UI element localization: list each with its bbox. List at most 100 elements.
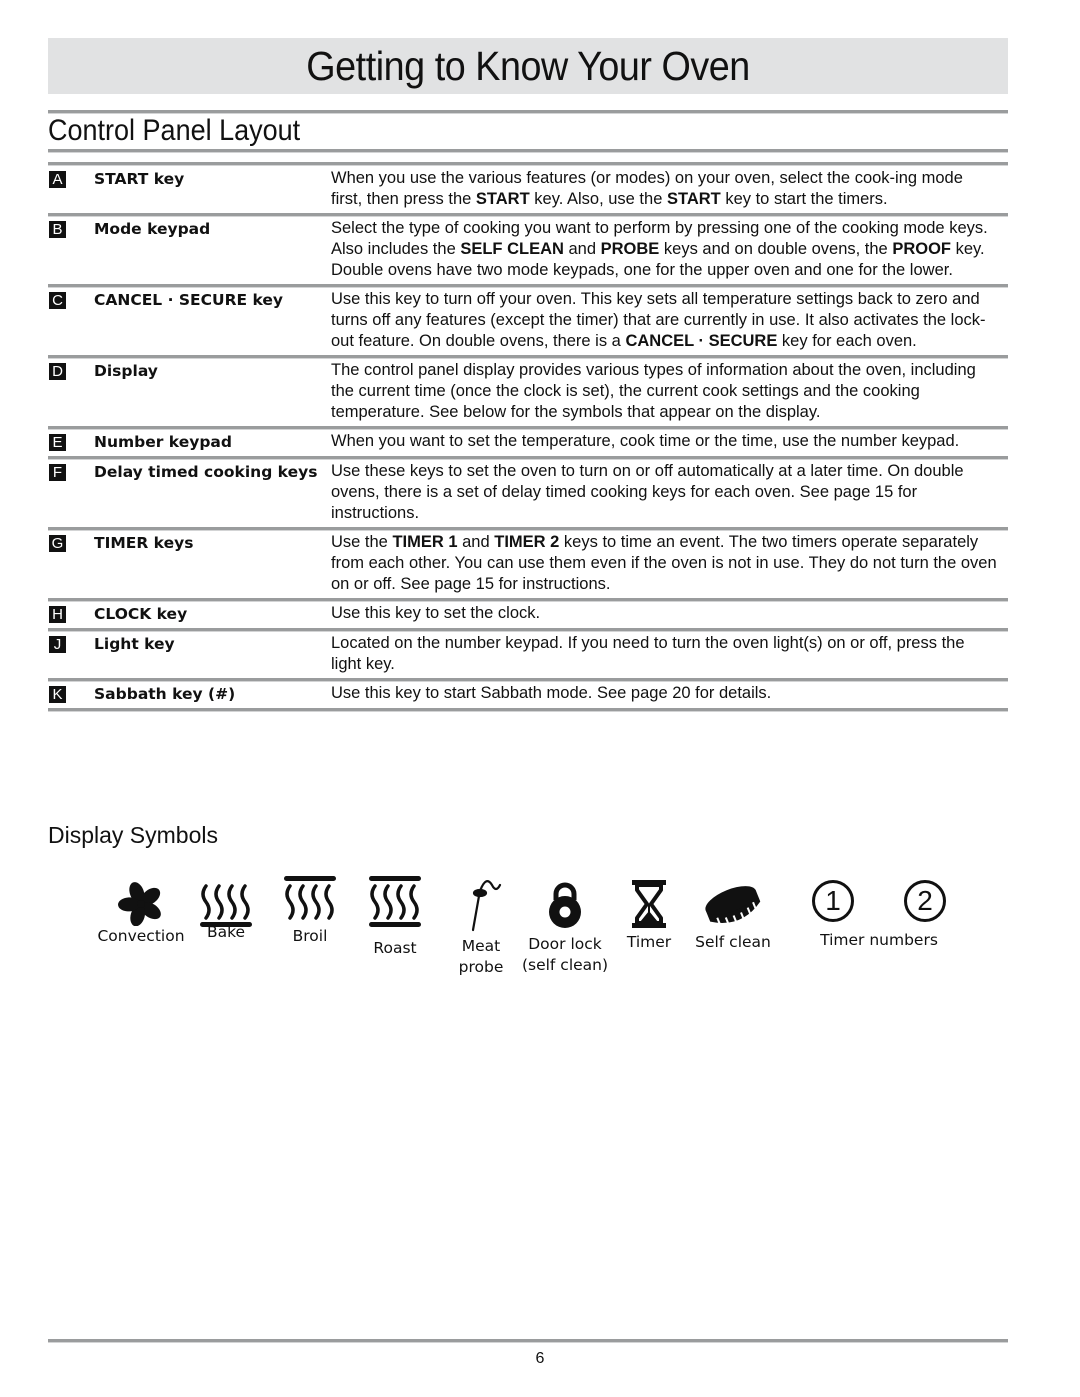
convection-fan-icon <box>118 882 161 926</box>
callout-letter-badge: G <box>49 535 66 552</box>
description-text: key for each oven. <box>777 332 917 350</box>
symbol-bake: Bake <box>196 882 256 943</box>
symbol-door-lock: Door lock (self clean) <box>520 878 610 976</box>
symbol-timer-numbers: 1 2 Timer numbers <box>808 880 950 951</box>
symbol-convection: Convection <box>92 880 190 947</box>
key-name: Light key <box>94 635 175 653</box>
symbol-label: Door lock (self clean) <box>521 935 609 974</box>
callout-letter-badge: K <box>49 686 66 703</box>
callout-letter-badge: A <box>49 171 66 188</box>
symbol-meat-probe: Meat probe <box>450 874 512 978</box>
description-text: Located on the number keypad. If you nee… <box>331 634 965 673</box>
callout-letter-cell: K <box>48 683 94 705</box>
key-name: START key <box>94 170 185 188</box>
symbol-label: Timer numbers <box>820 931 938 949</box>
table-row: K Sabbath key (#) Use this key to start Sa… <box>48 681 1008 712</box>
table-row: E Number keypad When you want to set the t… <box>48 429 1008 460</box>
symbol-timer: Timer <box>622 878 676 953</box>
key-description: Located on the number keypad. If you nee… <box>331 633 1008 675</box>
table-row: D Display The control panel display provid… <box>48 358 1008 430</box>
bold-key-term: TIMER 1 <box>392 533 458 551</box>
key-name: CANCEL · SECURE key <box>94 291 284 309</box>
callout-letter-cell: J <box>48 633 94 675</box>
symbol-label: Broil <box>292 927 328 945</box>
section-title: Control Panel Layout <box>48 114 301 147</box>
page-number: 6 <box>535 1350 545 1367</box>
callout-letter-badge: B <box>49 221 66 238</box>
table-row: J Light key Located on the number keypad. … <box>48 631 1008 682</box>
hourglass-timer-icon <box>632 880 666 928</box>
symbol-label: Self clean <box>695 933 771 951</box>
callout-letter-badge: J <box>49 636 66 653</box>
bold-key-term: CANCEL · SECURE <box>625 332 778 350</box>
callout-letter-cell: D <box>48 360 94 423</box>
description-text: When you want to set the temperature, co… <box>331 432 960 450</box>
control-panel-table: A START key When you use the various featu… <box>48 166 1008 712</box>
key-description: Use the TIMER 1 and TIMER 2 keys to time… <box>331 532 1008 595</box>
table-row: A START key When you use the various featu… <box>48 166 1008 217</box>
description-text: The control panel display provides vario… <box>331 361 976 421</box>
key-description: The control panel display provides vario… <box>331 360 1008 423</box>
callout-letter-cell: A <box>48 168 94 210</box>
door-lock-icon <box>549 882 581 928</box>
callout-letter-cell: G <box>48 532 94 595</box>
roast-icon <box>369 876 421 927</box>
symbol-self-clean: Self clean <box>690 878 776 953</box>
footer-divider <box>48 1339 1008 1343</box>
callout-letter-cell: B <box>48 218 94 281</box>
callout-letter-cell: F <box>48 461 94 524</box>
bold-key-term: START <box>666 190 721 208</box>
bold-key-term: SELF CLEAN <box>460 240 564 258</box>
broil-icon <box>284 876 336 920</box>
bold-key-term: TIMER 2 <box>494 533 560 551</box>
callout-letter-badge: H <box>49 606 66 623</box>
key-name: Delay timed cooking keys <box>94 463 318 481</box>
meat-probe-icon <box>471 880 502 932</box>
key-description: Use this key to turn off your oven. This… <box>331 289 1008 352</box>
description-text: Use this key to start Sabbath mode. See … <box>331 684 772 702</box>
callout-letter-cell: H <box>48 603 94 625</box>
description-text: Use this key to set the clock. <box>331 604 541 622</box>
symbol-broil: Broil <box>280 874 340 947</box>
table-row: B Mode keypad Select the type of cooking y… <box>48 216 1008 288</box>
key-description: Use these keys to set the oven to turn o… <box>331 461 1008 524</box>
timer-1-icon: 1 <box>812 880 854 922</box>
key-description: When you use the various features (or mo… <box>331 168 1008 210</box>
self-clean-icon <box>705 886 761 928</box>
bold-key-term: START <box>475 190 530 208</box>
table-row: C CANCEL · SECURE key Use this key to turn… <box>48 287 1008 359</box>
key-name: TIMER keys <box>94 534 194 552</box>
description-text: Use these keys to set the oven to turn o… <box>331 462 964 522</box>
key-description: Use this key to start Sabbath mode. See … <box>331 683 1008 705</box>
symbol-roast: Roast <box>365 874 425 959</box>
bold-key-term: PROBE <box>600 240 660 258</box>
table-row: H CLOCK key Use this key to set the clock. <box>48 601 1008 632</box>
description-text: and <box>563 240 601 258</box>
bold-key-term: PROOF <box>892 240 951 258</box>
description-text: key. Also, use the <box>529 190 667 208</box>
page-title-band: Getting to Know Your Oven <box>48 38 1008 94</box>
key-name: Mode keypad <box>94 220 211 238</box>
description-text: and <box>457 533 495 551</box>
callout-letter-cell: E <box>48 431 94 453</box>
key-name: CLOCK key <box>94 605 188 623</box>
description-text: key to start the timers. <box>720 190 888 208</box>
key-description: When you want to set the temperature, co… <box>331 431 1008 453</box>
callout-letter-badge: F <box>49 464 66 481</box>
key-description: Select the type of cooking you want to p… <box>331 218 1008 281</box>
display-symbols-title: Display Symbols <box>48 822 218 848</box>
callout-letter-badge: C <box>49 292 66 309</box>
timer-2-icon: 2 <box>904 880 946 922</box>
symbol-label: Convection <box>97 927 185 945</box>
description-text: Use the <box>331 533 393 551</box>
divider <box>48 149 1008 153</box>
symbol-label: Roast <box>373 939 417 957</box>
callout-letter-cell: C <box>48 289 94 352</box>
key-name: Display <box>94 362 158 380</box>
table-row: F Delay timed cooking keys Use these keys … <box>48 459 1008 531</box>
key-description: Use this key to set the clock. <box>331 603 1008 625</box>
callout-letter-badge: D <box>49 363 66 380</box>
table-row: G TIMER keys Use the TIMER 1 and TIMER 2 k… <box>48 530 1008 602</box>
page-title: Getting to Know Your Oven <box>306 42 750 89</box>
description-text: keys and on double ovens, the <box>659 240 893 258</box>
